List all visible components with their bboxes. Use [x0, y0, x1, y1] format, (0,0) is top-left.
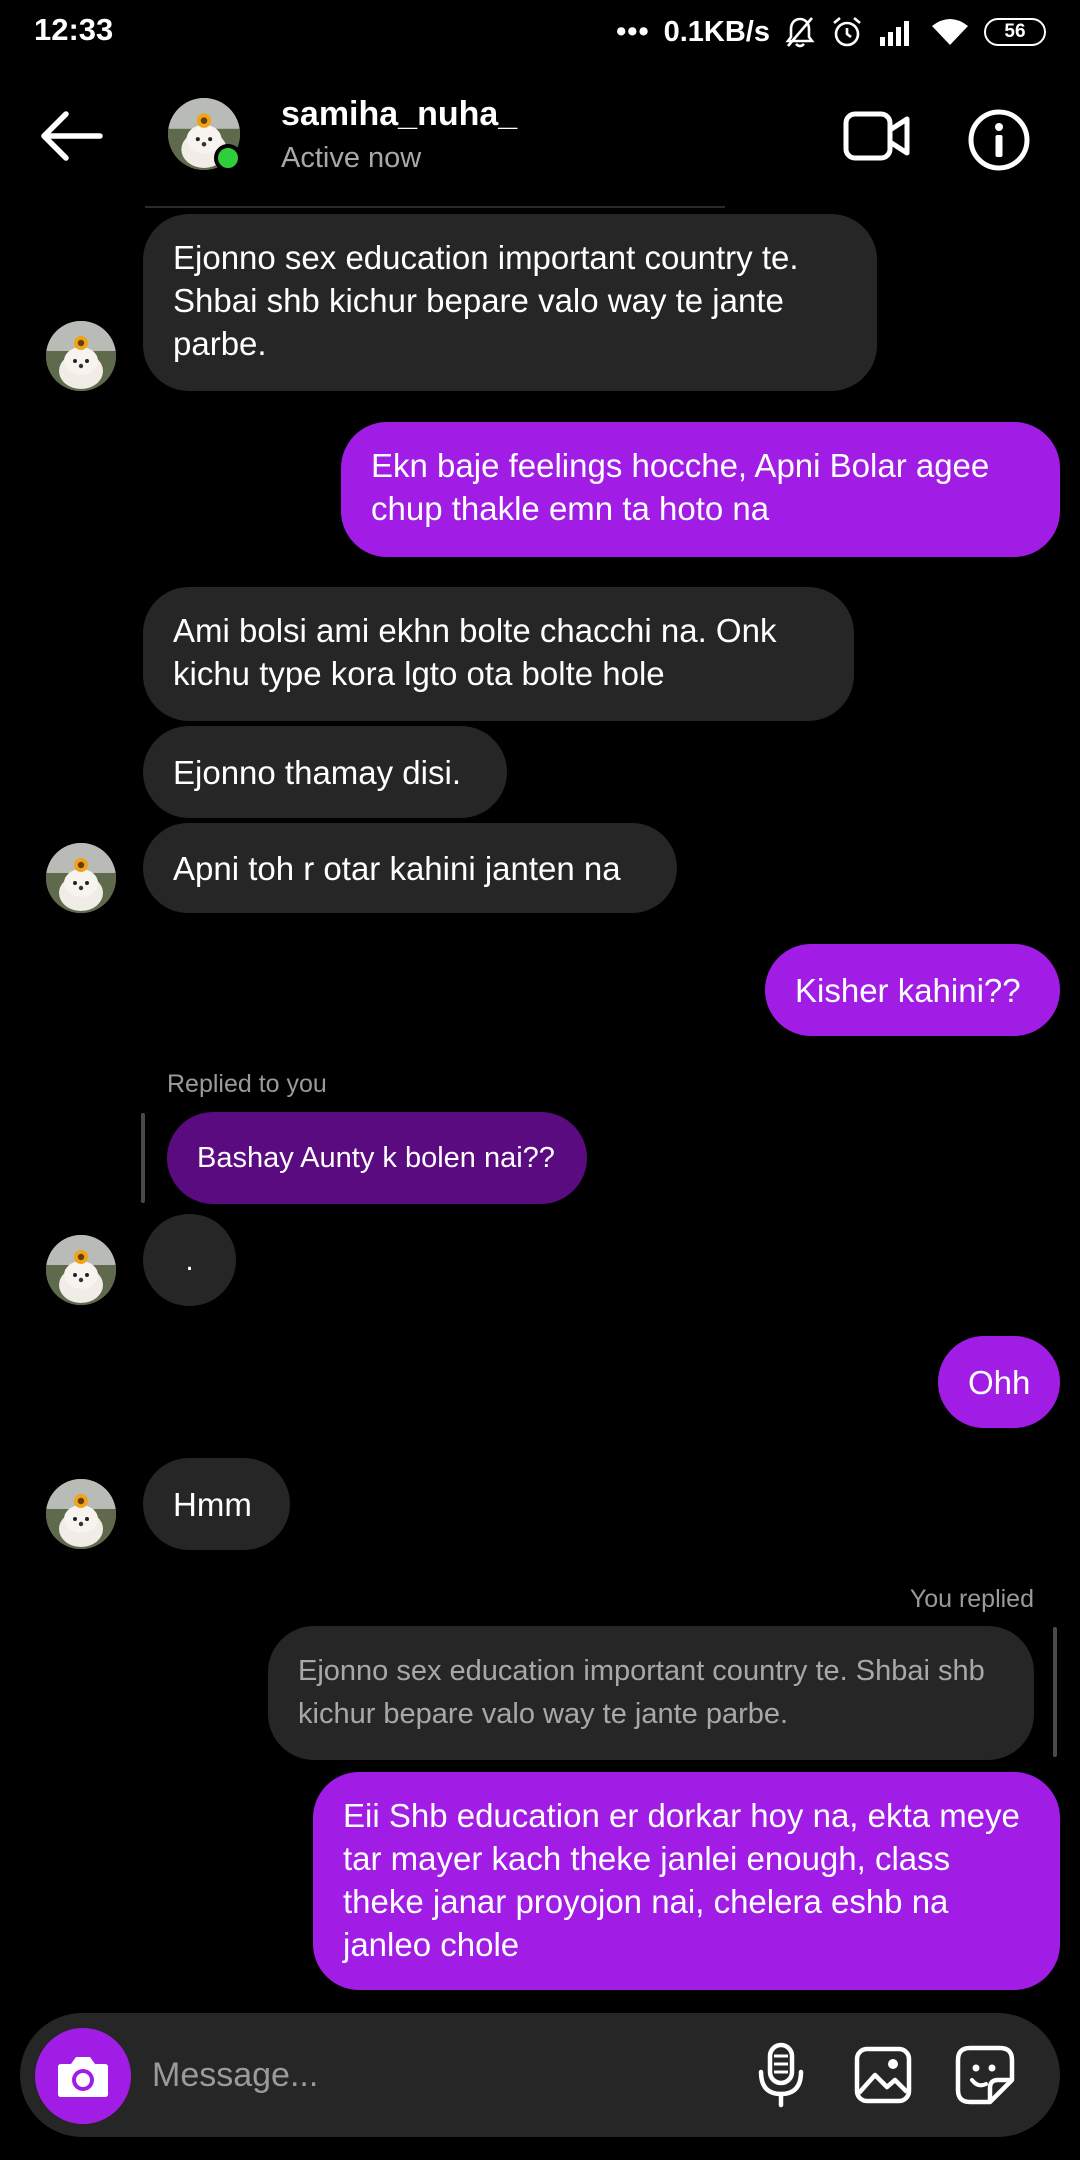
video-call-icon[interactable]	[843, 108, 911, 164]
voice-message-button[interactable]	[748, 2042, 814, 2108]
contact-status: Active now	[281, 142, 422, 174]
message-text: Ejonno thamay disi.	[173, 753, 461, 791]
message-text: Ami bolsi ami ekhn bolte chacchi na. Onk…	[173, 612, 777, 692]
message-bubble-incoming[interactable]: Apni toh r otar kahini janten na	[143, 823, 677, 913]
status-time: 12:33	[34, 12, 114, 47]
muted-bell-icon	[785, 17, 815, 48]
gallery-icon	[854, 2046, 912, 2104]
message-bubble-incoming[interactable]: Ejonno thamay disi.	[143, 726, 507, 818]
message-text: Ohh	[968, 1363, 1031, 1401]
camera-icon	[58, 2057, 108, 2097]
message-text: .	[185, 1243, 194, 1277]
message-text: Hmm	[173, 1485, 252, 1523]
message-text: Ekn baje feelings hocche, Apni Bolar age…	[371, 447, 990, 527]
camera-button[interactable]	[35, 2028, 131, 2124]
quoted-message[interactable]: Bashay Aunty k bolen nai??	[167, 1112, 587, 1204]
battery-indicator: 56	[984, 18, 1046, 46]
message-bubble-outgoing[interactable]: Ekn baje feelings hocche, Apni Bolar age…	[341, 422, 1060, 557]
network-speed: 0.1KB/s	[663, 15, 770, 48]
message-bubble-outgoing[interactable]: Ohh	[938, 1336, 1060, 1428]
info-icon[interactable]	[967, 108, 1031, 172]
scroll-edge-divider	[145, 206, 725, 208]
message-bubble-incoming[interactable]: Hmm	[143, 1458, 290, 1550]
sender-avatar[interactable]	[46, 1235, 116, 1305]
message-bubble-incoming[interactable]: .	[143, 1214, 236, 1306]
message-bubble-incoming[interactable]: Ami bolsi ami ekhn bolte chacchi na. Onk…	[143, 587, 854, 721]
sticker-icon	[955, 2045, 1015, 2105]
sender-avatar[interactable]	[46, 1479, 116, 1549]
signal-icon	[880, 21, 909, 46]
message-text: Eii Shb education er dorkar hoy na, ekta…	[343, 1797, 1020, 1963]
quoted-text: Bashay Aunty k bolen nai??	[197, 1141, 555, 1174]
quoted-message[interactable]: Ejonno sex education important country t…	[268, 1626, 1034, 1760]
reply-label: You replied	[909, 1585, 1034, 1613]
alarm-icon	[833, 17, 861, 47]
wifi-icon	[932, 19, 968, 45]
message-bubble-outgoing[interactable]: Eii Shb education er dorkar hoy na, ekta…	[313, 1772, 1060, 1990]
back-arrow-icon[interactable]	[36, 106, 106, 166]
message-text: Apni toh r otar kahini janten na	[173, 849, 621, 887]
message-bubble-incoming[interactable]: Ejonno sex education important country t…	[143, 214, 877, 391]
microphone-icon	[758, 2042, 804, 2108]
message-input[interactable]	[152, 2040, 712, 2110]
contact-name[interactable]: samiha_nuha_	[281, 95, 517, 134]
message-text: Ejonno sex education important country t…	[173, 239, 799, 362]
status-icons: ••• 0.1KB/s 56	[616, 10, 1046, 54]
message-bubble-outgoing[interactable]: Kisher kahini??	[765, 944, 1060, 1036]
sticker-button[interactable]	[952, 2042, 1018, 2108]
sender-avatar[interactable]	[46, 843, 116, 913]
quoted-text: Ejonno sex education important country t…	[298, 1655, 985, 1730]
more-notifications-icon: •••	[616, 15, 650, 48]
reply-label: Replied to you	[167, 1070, 327, 1098]
online-indicator	[214, 144, 242, 172]
message-text: Kisher kahini??	[795, 971, 1021, 1009]
gallery-button[interactable]	[850, 2042, 916, 2108]
reply-quote-bar	[141, 1113, 145, 1203]
reply-quote-bar	[1053, 1627, 1057, 1757]
sender-avatar[interactable]	[46, 321, 116, 391]
